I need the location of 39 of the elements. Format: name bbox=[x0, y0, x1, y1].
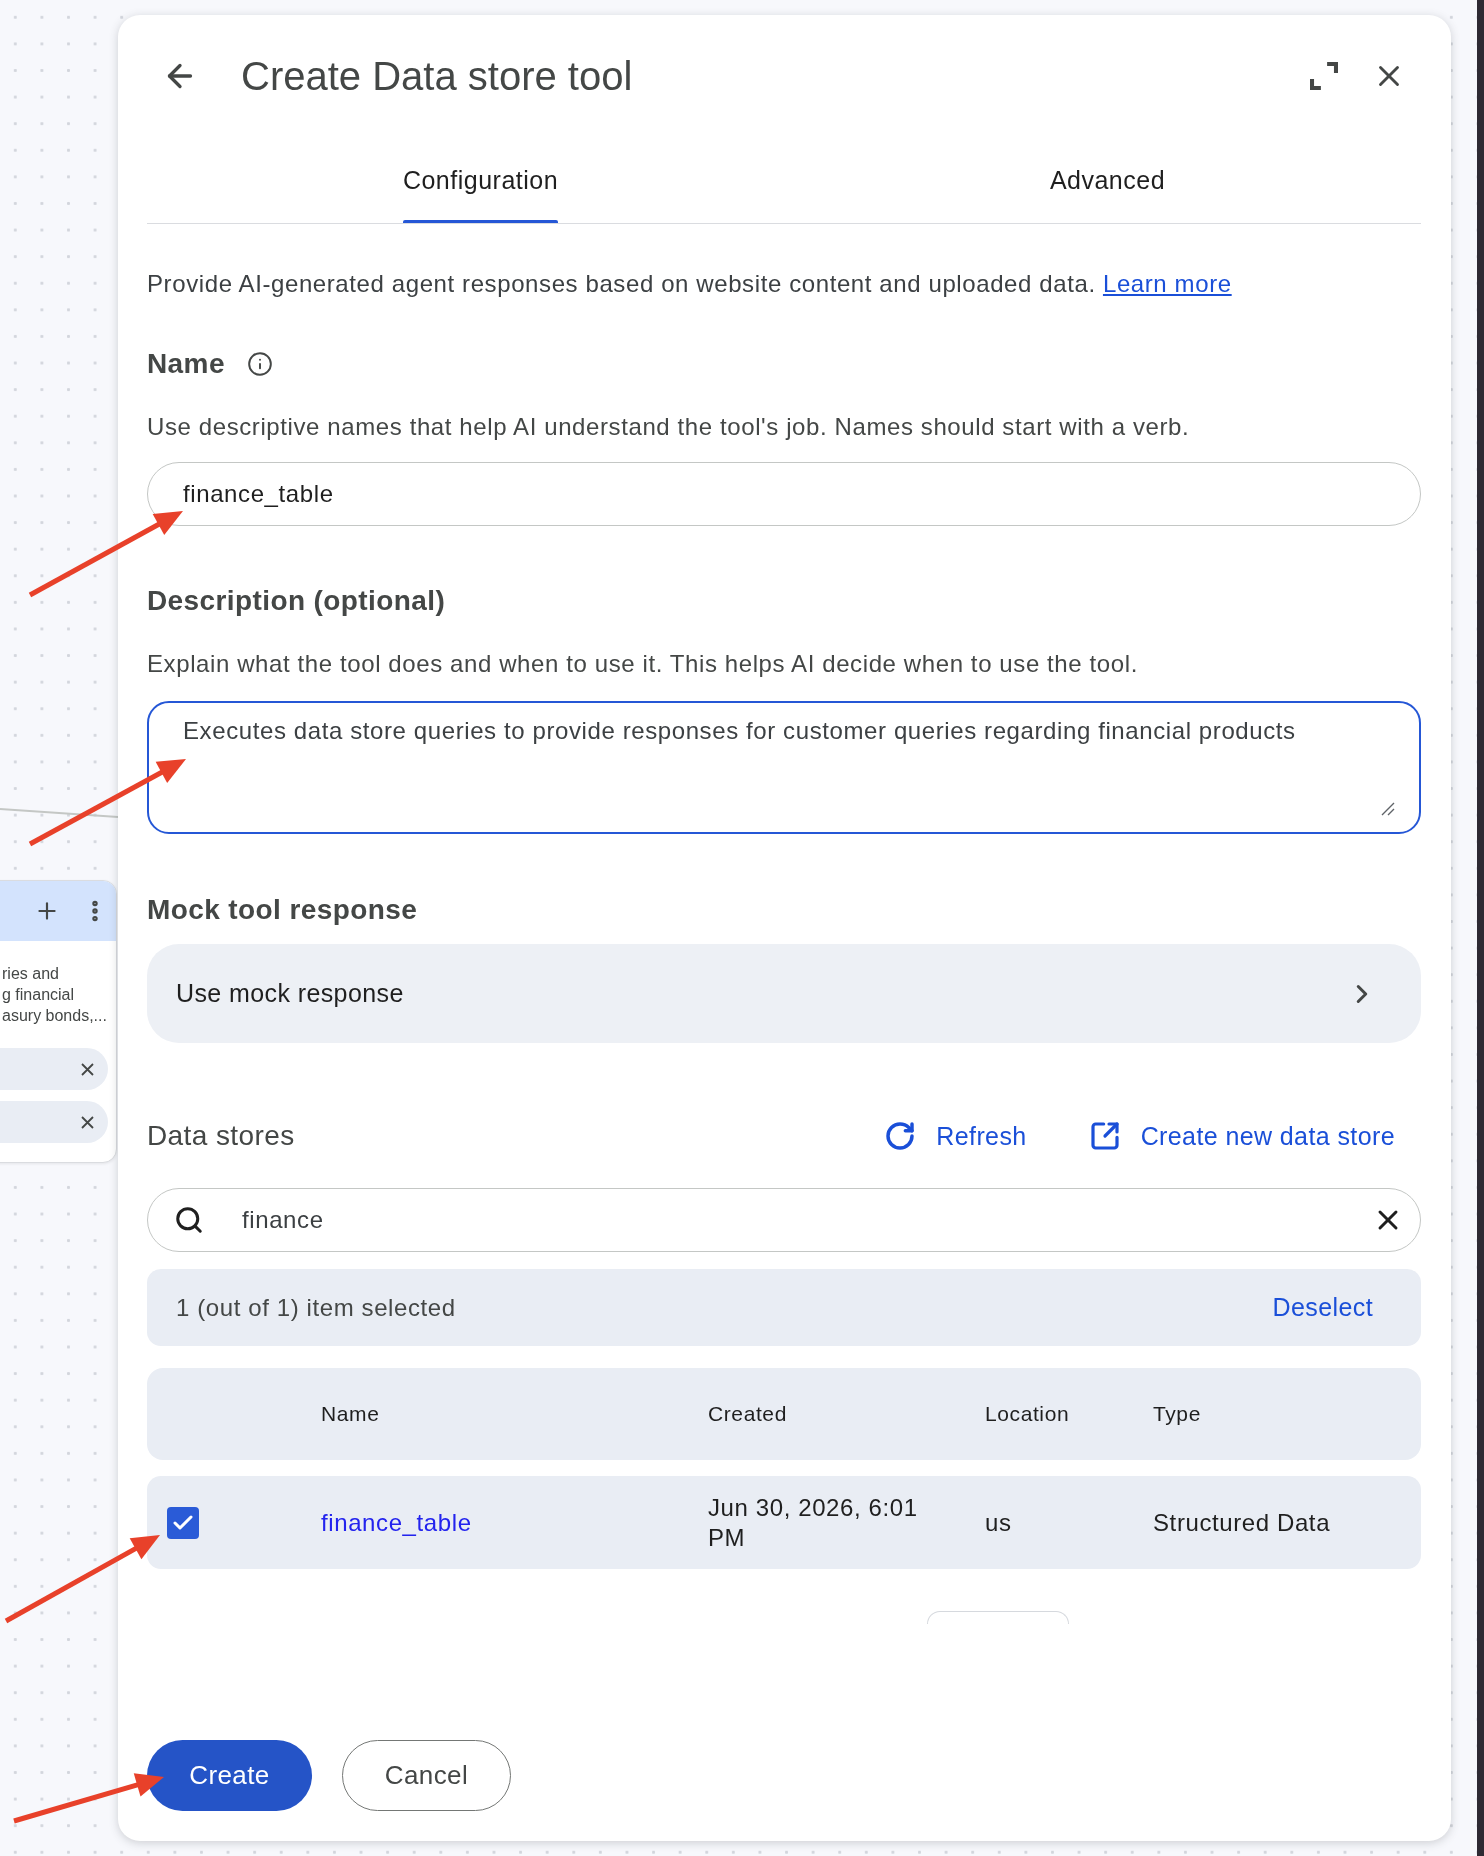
name-hint: Use descriptive names that help AI understand the tool's job. Names should start with a verb. bbox=[147, 412, 1191, 442]
close-icon[interactable] bbox=[81, 1115, 94, 1129]
data-stores-label: Data stores bbox=[147, 1119, 295, 1153]
location-cell: us bbox=[985, 1507, 1012, 1538]
column-header: Location bbox=[985, 1402, 1070, 1426]
cancel-button[interactable]: Cancel bbox=[342, 1740, 511, 1811]
node-description-line: ries and bbox=[2, 964, 60, 984]
info-icon[interactable] bbox=[246, 351, 273, 377]
expand-icon[interactable] bbox=[1310, 62, 1338, 90]
intro-text: Provide AI-generated agent responses based on website content and uploaded data. Learn more bbox=[147, 269, 1233, 299]
mock-response-label: Mock tool response bbox=[147, 893, 418, 927]
column-header: Type bbox=[1153, 1402, 1201, 1426]
tab[interactable]: Advanced bbox=[1049, 137, 1166, 223]
node-description-line: g financial bbox=[2, 985, 76, 1005]
description-hint: Explain what the tool does and when to use it. This helps AI decide when to use the tool. bbox=[147, 649, 1139, 679]
dialog-title: Create Data store tool bbox=[241, 53, 633, 99]
external-link-icon bbox=[1088, 1120, 1121, 1152]
type-cell: Structured Data bbox=[1153, 1507, 1331, 1538]
search-icon bbox=[174, 1205, 204, 1235]
mock-response-option[interactable]: Use mock response bbox=[147, 944, 1421, 1043]
refresh-icon bbox=[884, 1120, 917, 1152]
description-textarea[interactable]: Executes data store queries to provide responses for customer queries regarding financial products bbox=[147, 701, 1421, 834]
selection-summary: 1 (out of 1) item selected bbox=[176, 1293, 456, 1322]
checkbox[interactable] bbox=[167, 1506, 199, 1539]
name-label: Name bbox=[147, 347, 225, 381]
description-label: Description (optional) bbox=[147, 584, 446, 618]
tab[interactable]: Configuration bbox=[402, 137, 559, 223]
create-data-store-button[interactable]: Create new data store bbox=[1088, 1120, 1395, 1152]
create-button[interactable]: Create bbox=[147, 1740, 312, 1811]
column-header: Created bbox=[708, 1402, 787, 1426]
close-icon[interactable] bbox=[81, 1062, 94, 1076]
created-cell-text: Jun 30, 2026, 6:01 PM bbox=[708, 1492, 919, 1553]
learn-more-link[interactable]: Learn more bbox=[1102, 270, 1232, 297]
node-description-line: asury bonds,... bbox=[2, 1006, 108, 1026]
resize-handle-icon[interactable] bbox=[1381, 802, 1395, 816]
deselect-button[interactable]: Deselect bbox=[1272, 1293, 1373, 1322]
refresh-button[interactable]: Refresh bbox=[884, 1120, 1027, 1152]
column-header: Name bbox=[321, 1402, 380, 1426]
data-store-name-link[interactable]: finance_table bbox=[321, 1508, 472, 1537]
